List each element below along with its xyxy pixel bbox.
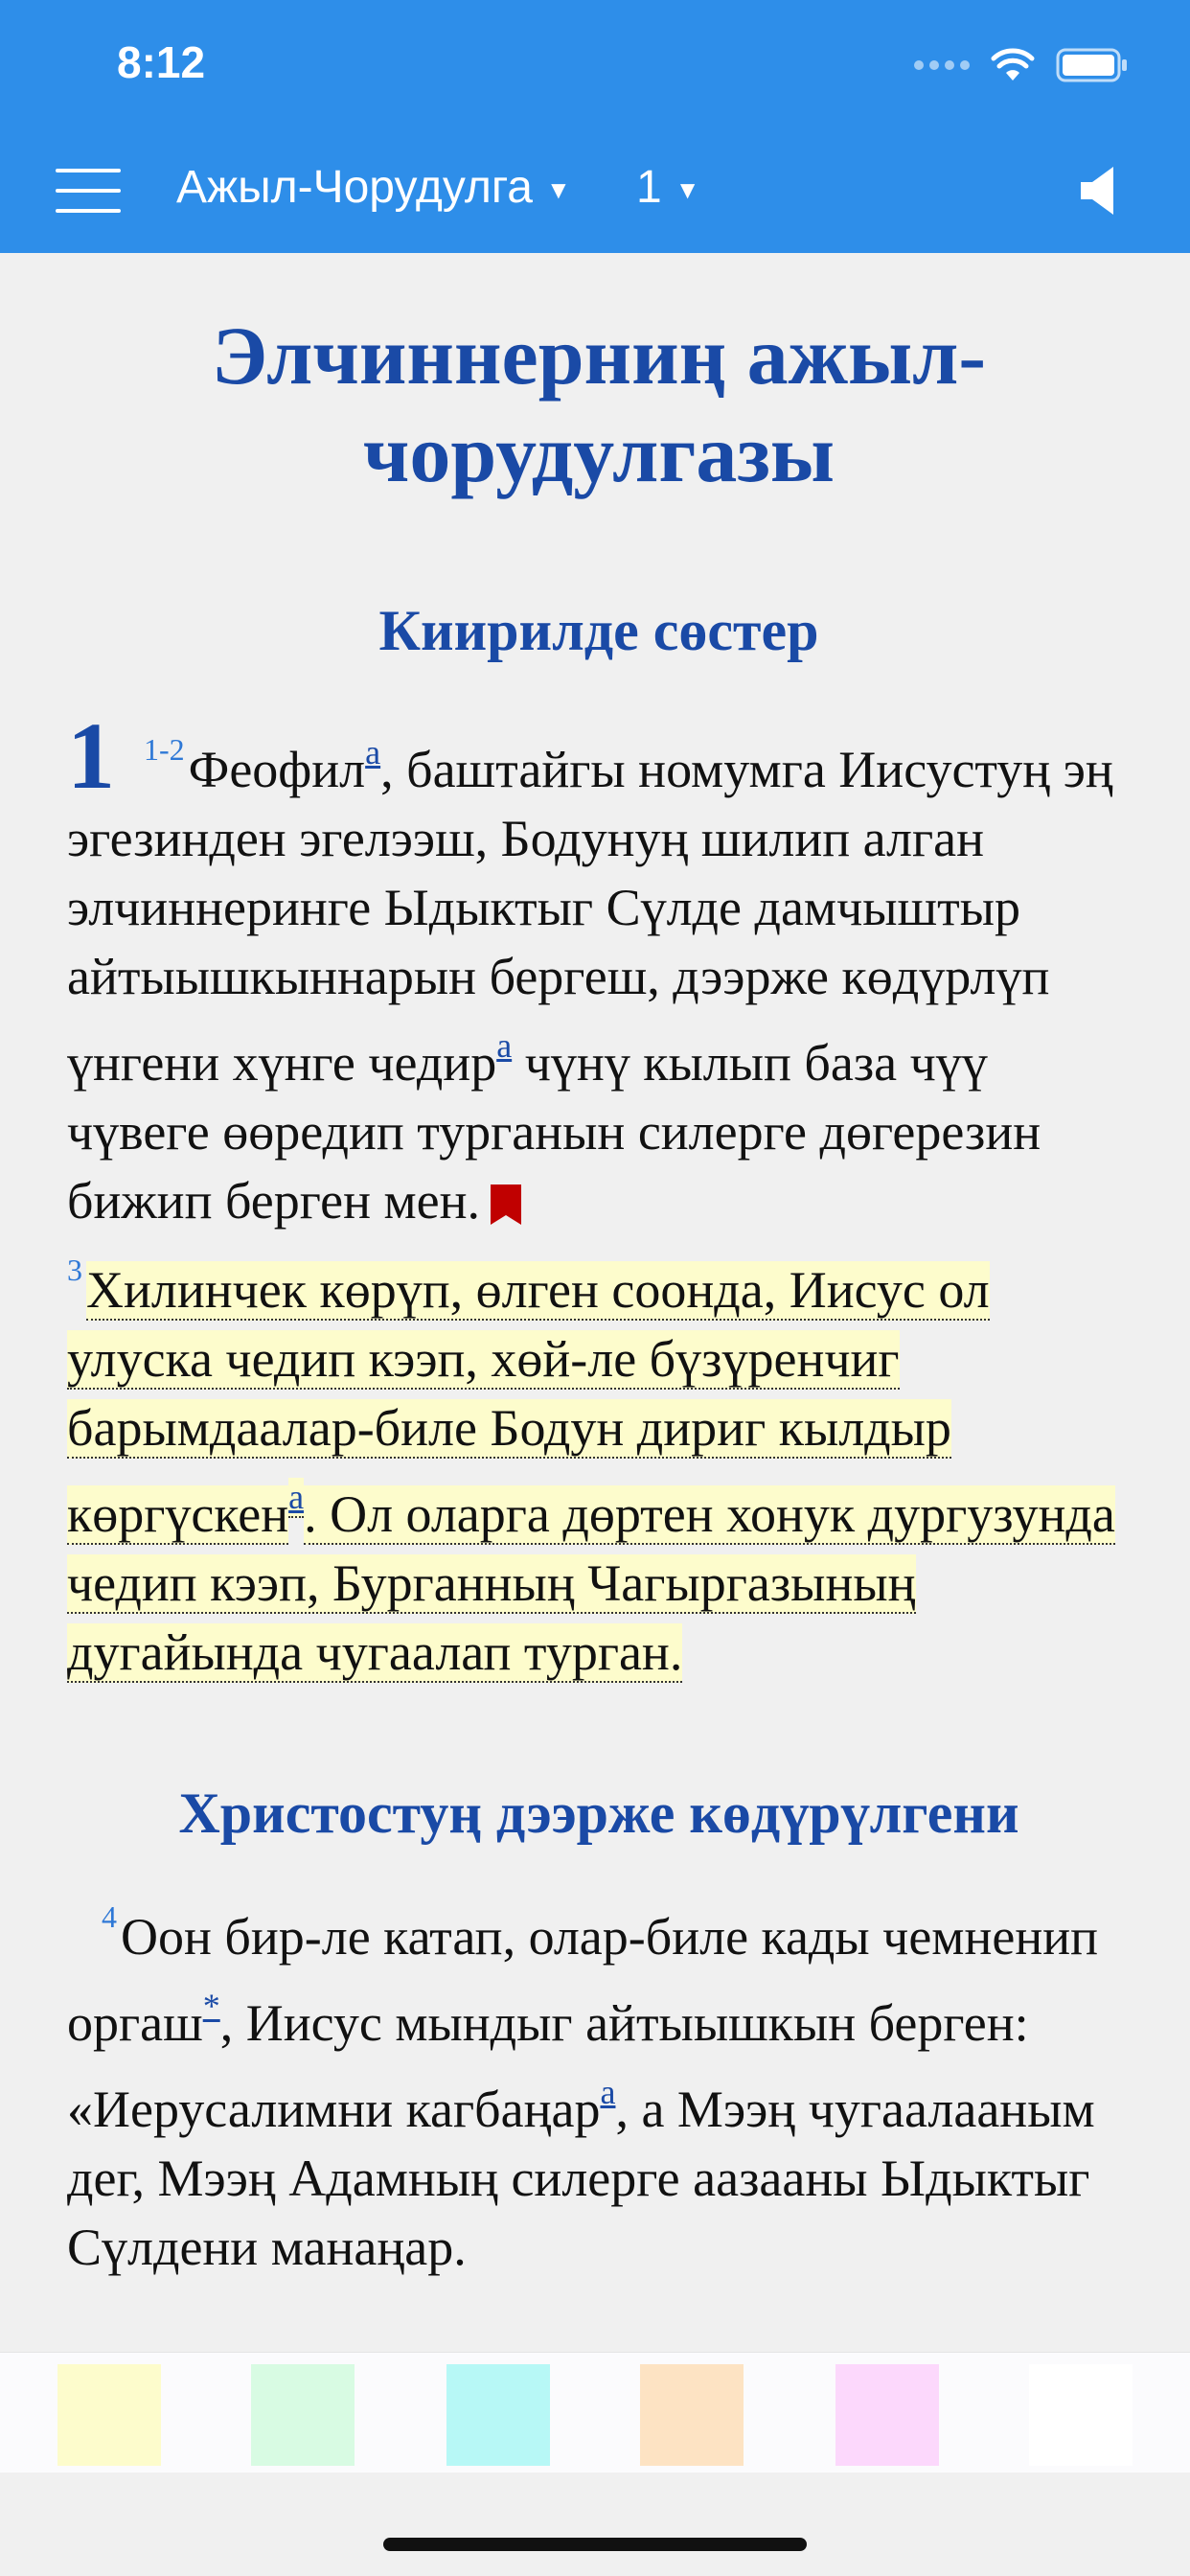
highlight-swatch-yellow[interactable] [57, 2364, 161, 2466]
footnote-link[interactable]: a [365, 733, 380, 771]
book-title: Элчиннерниң ажыл-чорудулгазы [211, 310, 987, 499]
highlight-swatch-pink[interactable] [835, 2364, 939, 2466]
scripture-text[interactable]: Элчиннерниң ажыл-чорудулгазы Киирилде сө… [67, 253, 1131, 2352]
highlight-swatch-white[interactable] [1029, 2364, 1133, 2466]
wifi-icon [991, 48, 1035, 80]
chevron-down-icon: ▼ [675, 175, 700, 204]
chapter-number: 1 [636, 162, 662, 213]
app-bar: 8:12 Ажыл-Чорудулга ▼ 1 ▼ [0, 0, 1190, 253]
verse-number[interactable]: 3 [67, 1253, 82, 1287]
footnote-link[interactable]: a [496, 1026, 512, 1065]
chapter-selector[interactable]: 1 ▼ [636, 161, 699, 214]
highlight-color-palette [0, 2352, 1190, 2472]
footnote-link[interactable]: a [600, 2073, 615, 2111]
book-selector[interactable]: Ажыл-Чорудулга ▼ [176, 161, 571, 214]
highlight-swatch-cyan[interactable] [446, 2364, 550, 2466]
speaker-icon[interactable] [1079, 165, 1117, 217]
battery-icon [1056, 48, 1127, 82]
bookmark-icon[interactable] [490, 1184, 522, 1226]
footnote-link[interactable]: a [288, 1478, 305, 1518]
status-icons [914, 44, 1129, 86]
verse-number[interactable]: 1-2 [144, 732, 185, 767]
paragraph: 1 1-2Феофилa, баштайгы номумга Иисустуң … [67, 708, 1131, 1687]
status-time: 8:12 [117, 37, 206, 87]
bottom-safe-area [0, 2472, 1190, 2576]
verse-text[interactable]: Феофил [189, 741, 365, 798]
chapter-drop-number: 1 [67, 702, 115, 809]
footnote-link[interactable]: * [203, 1987, 220, 2025]
chevron-down-icon: ▼ [545, 175, 571, 204]
book-name: Ажыл-Чорудулга [176, 162, 533, 213]
highlight-swatch-green[interactable] [251, 2364, 355, 2466]
highlight-swatch-orange[interactable] [640, 2364, 744, 2466]
toolbar: Ажыл-Чорудулга ▼ 1 ▼ [0, 144, 1190, 240]
paragraph: 4Оон бир-ле катап, олар-биле кады чемнен… [67, 1882, 1131, 2282]
cellular-signal-icon [914, 60, 970, 70]
menu-icon[interactable] [56, 167, 121, 215]
section-heading: Киирилде сөстер [378, 599, 819, 662]
home-indicator[interactable] [383, 2538, 807, 2551]
section-heading: Христостуң дээрже көдүрүлгени [178, 1782, 1019, 1845]
verse-number[interactable]: 4 [102, 1899, 117, 1934]
